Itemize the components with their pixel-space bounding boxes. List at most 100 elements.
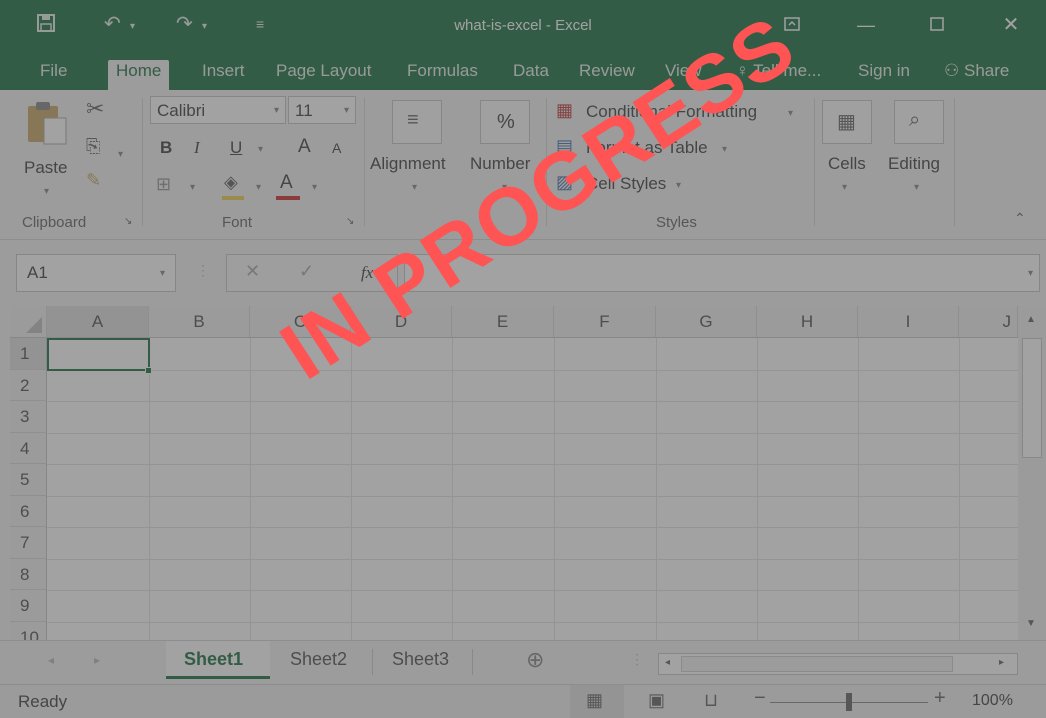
row-header-9[interactable]: 9 xyxy=(10,590,47,622)
column-header-i[interactable]: I xyxy=(858,306,959,338)
scroll-down-icon[interactable]: ▼ xyxy=(1026,618,1036,629)
row-header-6[interactable]: 6 xyxy=(10,496,47,527)
column-header-j[interactable]: J xyxy=(959,306,1018,338)
shrink-font-button[interactable]: A xyxy=(332,140,341,156)
tab-file[interactable]: File xyxy=(32,60,75,90)
font-launcher-icon[interactable]: ↘ xyxy=(346,216,354,227)
zoom-slider-thumb[interactable] xyxy=(846,693,852,711)
vertical-scroll-thumb[interactable] xyxy=(1022,338,1042,458)
column-header-e[interactable]: E xyxy=(452,306,554,338)
number-dropdown-icon[interactable]: ▾ xyxy=(502,182,507,193)
tab-data[interactable]: Data xyxy=(505,60,557,90)
row-header-1[interactable]: 1 xyxy=(10,338,47,370)
sheet-tab-sheet1[interactable]: Sheet1 xyxy=(166,641,270,679)
editing-button[interactable]: ⌕ xyxy=(894,100,944,144)
page-break-view-icon[interactable]: ⊔ xyxy=(704,690,718,711)
row-header-10[interactable]: 10 xyxy=(10,622,47,640)
horizontal-scrollbar[interactable]: ◂ ▸ xyxy=(658,653,1018,675)
formula-input[interactable]: ▾ xyxy=(404,254,1040,292)
cut-icon[interactable]: ✂ xyxy=(86,96,104,122)
zoom-in-icon[interactable]: + xyxy=(934,687,946,710)
borders-dropdown-icon[interactable]: ▾ xyxy=(190,182,195,193)
row-header-2[interactable]: 2 xyxy=(10,370,47,401)
sheet-tab-sheet2[interactable]: Sheet2 xyxy=(290,649,347,670)
column-header-c[interactable]: C xyxy=(250,306,351,338)
scroll-right-icon[interactable]: ▸ xyxy=(999,657,1004,668)
fill-color-icon[interactable]: ◈ xyxy=(224,172,238,193)
cells-dropdown-icon[interactable]: ▾ xyxy=(842,182,847,193)
cells-label[interactable]: Cells xyxy=(828,154,866,174)
paste-dropdown-icon[interactable]: ▾ xyxy=(44,186,49,197)
row-header-5[interactable]: 5 xyxy=(10,464,47,496)
sheet-tab-sheet3[interactable]: Sheet3 xyxy=(392,649,449,670)
worksheet-grid[interactable]: A B C D E F G H I J 1 2 3 4 5 6 7 8 9 10 xyxy=(10,306,1018,640)
column-header-f[interactable]: F xyxy=(554,306,656,338)
row-header-4[interactable]: 4 xyxy=(10,433,47,464)
bold-button[interactable]: B xyxy=(160,138,172,158)
row-header-3[interactable]: 3 xyxy=(10,401,47,433)
tab-page-layout[interactable]: Page Layout xyxy=(268,60,379,90)
column-header-h[interactable]: H xyxy=(757,306,858,338)
share-button[interactable]: ⚇ Share xyxy=(936,60,1017,90)
format-as-table-icon[interactable]: ▤ xyxy=(556,136,573,157)
underline-button[interactable]: U xyxy=(230,138,242,158)
column-header-a[interactable]: A xyxy=(47,306,149,338)
active-cell-a1[interactable] xyxy=(47,338,150,371)
format-as-table-button[interactable]: Format as Table xyxy=(586,138,708,158)
tab-insert[interactable]: Insert xyxy=(194,60,253,90)
new-sheet-icon[interactable]: ⊕ xyxy=(526,647,544,673)
tab-review[interactable]: Review xyxy=(571,60,643,90)
zoom-level[interactable]: 100% xyxy=(972,692,1013,710)
cells-button[interactable]: ▦ xyxy=(822,100,872,144)
paste-icon[interactable] xyxy=(22,100,70,148)
format-painter-icon[interactable]: ✎ xyxy=(86,170,101,191)
editing-dropdown-icon[interactable]: ▾ xyxy=(914,182,919,193)
select-all-corner[interactable] xyxy=(10,306,47,338)
font-size-select[interactable]: 11 ▾ xyxy=(288,96,356,124)
alignment-dropdown-icon[interactable]: ▾ xyxy=(412,182,417,193)
cell-styles-dropdown-icon[interactable]: ▾ xyxy=(676,180,681,191)
row-header-8[interactable]: 8 xyxy=(10,559,47,590)
tab-home[interactable]: Home xyxy=(108,60,170,90)
editing-label[interactable]: Editing xyxy=(888,154,940,174)
ribbon-display-icon[interactable] xyxy=(777,12,807,38)
borders-icon[interactable]: ⊞ xyxy=(156,174,171,195)
conditional-formatting-icon[interactable]: ▦ xyxy=(556,100,573,121)
fill-handle[interactable] xyxy=(145,367,152,374)
close-icon[interactable]: ✕ xyxy=(996,12,1026,38)
row-header-7[interactable]: 7 xyxy=(10,527,47,559)
collapse-ribbon-icon[interactable]: ⌃ xyxy=(1014,210,1026,227)
column-header-b[interactable]: B xyxy=(149,306,250,338)
alignment-button[interactable]: ≡ xyxy=(392,100,442,144)
number-label[interactable]: Number xyxy=(470,154,530,174)
tell-me-box[interactable]: ♀ Tell me... xyxy=(728,60,829,90)
sheet-scroll-left-icon[interactable]: ◂ xyxy=(48,653,54,667)
insert-function-button[interactable]: fx xyxy=(361,263,373,283)
font-color-dropdown-icon[interactable]: ▾ xyxy=(312,182,317,193)
scroll-left-icon[interactable]: ◂ xyxy=(665,657,670,668)
number-button[interactable]: % xyxy=(480,100,530,144)
tab-view[interactable]: View xyxy=(657,60,710,90)
copy-dropdown-icon[interactable]: ▾ xyxy=(118,144,123,162)
paste-label[interactable]: Paste xyxy=(24,158,67,178)
enter-icon[interactable]: ✓ xyxy=(299,261,314,282)
normal-view-button[interactable]: ▦ xyxy=(570,685,624,718)
cell-styles-icon[interactable]: ▨ xyxy=(556,172,573,193)
conditional-formatting-dropdown-icon[interactable]: ▾ xyxy=(788,108,793,119)
tab-formulas[interactable]: Formulas xyxy=(399,60,486,90)
split-handle-icon[interactable]: ⋮ xyxy=(630,651,644,668)
copy-icon[interactable]: ⎘ xyxy=(86,136,100,157)
cell-styles-button[interactable]: Cell Styles xyxy=(586,174,666,194)
vertical-scrollbar[interactable]: ▲ ▼ xyxy=(1018,306,1046,640)
horizontal-scroll-thumb[interactable] xyxy=(681,656,953,672)
font-name-select[interactable]: Calibri ▾ xyxy=(150,96,286,124)
minimize-icon[interactable]: — xyxy=(851,12,881,38)
page-layout-view-icon[interactable]: ▣ xyxy=(648,690,665,711)
clipboard-launcher-icon[interactable]: ↘ xyxy=(124,216,132,227)
sign-in-link[interactable]: Sign in xyxy=(850,60,918,90)
scroll-up-icon[interactable]: ▲ xyxy=(1026,314,1036,325)
conditional-formatting-button[interactable]: Conditional Formatting xyxy=(586,102,757,122)
maximize-icon[interactable] xyxy=(922,12,952,38)
sheet-scroll-right-icon[interactable]: ▸ xyxy=(94,653,100,667)
column-header-d[interactable]: D xyxy=(351,306,452,338)
